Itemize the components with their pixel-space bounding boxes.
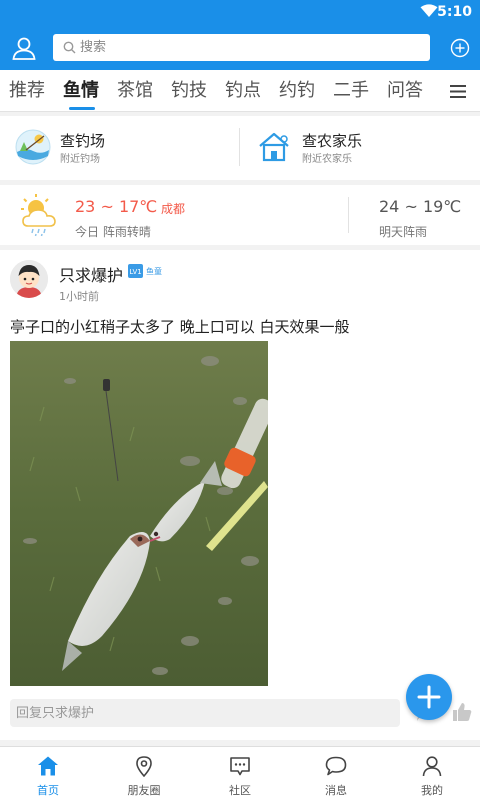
search-input[interactable] (80, 34, 420, 61)
quick-divider (239, 128, 240, 166)
reply-box[interactable] (10, 699, 400, 727)
farmhouse-title: 查农家乐 (302, 132, 363, 150)
nav-messages[interactable]: 消息 (288, 747, 384, 800)
wifi-icon (420, 4, 438, 17)
menu-icon[interactable] (450, 85, 466, 98)
fishing-spot-entry[interactable]: 查钓场 附近钓场 (14, 128, 214, 168)
nav-home[interactable]: 首页 (0, 747, 96, 800)
today-temperature: 23 ~ 17℃ (75, 197, 158, 216)
plus-icon (417, 685, 441, 709)
post-time: 1小时前 (59, 290, 99, 303)
add-circle-icon[interactable] (450, 38, 470, 58)
tab-spots[interactable]: 钓点 (216, 70, 270, 112)
tomorrow-forecast: 明天阵雨 (379, 225, 428, 239)
level-badge: LV1 鱼童 (128, 264, 162, 278)
farmhouse-icon (259, 132, 289, 162)
farmhouse-entry[interactable]: 查农家乐 附近农家乐 (256, 128, 456, 168)
post-username[interactable]: 只求爆护 (59, 262, 123, 286)
weather-widget[interactable]: 23 ~ 17℃ 成都 今日 阵雨转晴 24 ~ 19℃ 明天阵雨 (0, 185, 480, 245)
nav-messages-label: 消息 (325, 784, 347, 797)
level-badge-title: 鱼童 (146, 266, 162, 276)
status-bar: 5:10 (0, 0, 480, 25)
quick-entries: 查钓场 附近钓场 查农家乐 附近农家乐 (0, 116, 480, 180)
farmhouse-subtitle: 附近农家乐 (302, 154, 352, 165)
city-name: 成都 (161, 202, 186, 216)
thumbs-up-icon[interactable] (452, 702, 472, 722)
new-post-button[interactable] (406, 674, 452, 720)
top-header (0, 25, 480, 70)
fishing-spot-subtitle: 附近钓场 (60, 154, 100, 165)
home-icon (38, 756, 58, 776)
app-screen: 5:10 推荐 鱼情 茶馆 钓技 钓点 约钓 二手 问答 (0, 0, 480, 800)
today-forecast: 今日 阵雨转晴 (75, 225, 151, 239)
post-card[interactable]: 只求爆护 LV1 鱼童 1小时前 亭子口的小红稍子太多了 晚上口可以 白天效果一… (0, 250, 480, 740)
nav-home-label: 首页 (37, 784, 59, 797)
post-content[interactable]: 亭子口的小红稍子太多了 晚上口可以 白天效果一般 (10, 316, 350, 337)
profile-icon (422, 756, 442, 777)
user-profile-icon[interactable] (11, 35, 37, 61)
category-tabs: 推荐 鱼情 茶馆 钓技 钓点 约钓 二手 问答 (0, 70, 480, 112)
avatar[interactable] (10, 260, 48, 298)
fishing-spot-icon (15, 129, 51, 165)
nav-friends[interactable]: 朋友圈 (96, 747, 192, 800)
level-badge-level: LV1 (129, 268, 141, 276)
tab-teahouse[interactable]: 茶馆 (108, 70, 162, 112)
avatar-image (10, 260, 48, 298)
partly-cloudy-rain-icon (21, 194, 56, 237)
tab-qa[interactable]: 问答 (378, 70, 432, 112)
tab-fish-report[interactable]: 鱼情 (54, 70, 108, 112)
search-icon (63, 41, 76, 54)
fishing-spot-title: 查钓场 (60, 132, 106, 150)
status-time: 5:10 (437, 4, 472, 20)
nav-friends-label: 朋友圈 (127, 784, 161, 797)
location-pin-icon (136, 756, 152, 777)
bottom-navigation: 首页 朋友圈 社区 消息 我的 (0, 746, 480, 800)
tomorrow-temperature: 24 ~ 19℃ (379, 197, 462, 216)
tab-second-hand[interactable]: 二手 (324, 70, 378, 112)
message-bubble-icon (325, 756, 347, 776)
community-chat-icon (230, 757, 250, 776)
fish-photo (10, 341, 268, 686)
nav-community[interactable]: 社区 (192, 747, 288, 800)
nav-community-label: 社区 (229, 784, 251, 797)
tab-techniques[interactable]: 钓技 (162, 70, 216, 112)
weather-divider (348, 197, 349, 233)
reply-input[interactable] (10, 699, 400, 727)
search-bar[interactable] (53, 34, 430, 61)
tab-recommend[interactable]: 推荐 (0, 70, 54, 112)
nav-profile[interactable]: 我的 (384, 747, 480, 800)
post-photo[interactable] (10, 341, 268, 686)
tab-meetups[interactable]: 约钓 (270, 70, 324, 112)
nav-profile-label: 我的 (421, 784, 443, 797)
